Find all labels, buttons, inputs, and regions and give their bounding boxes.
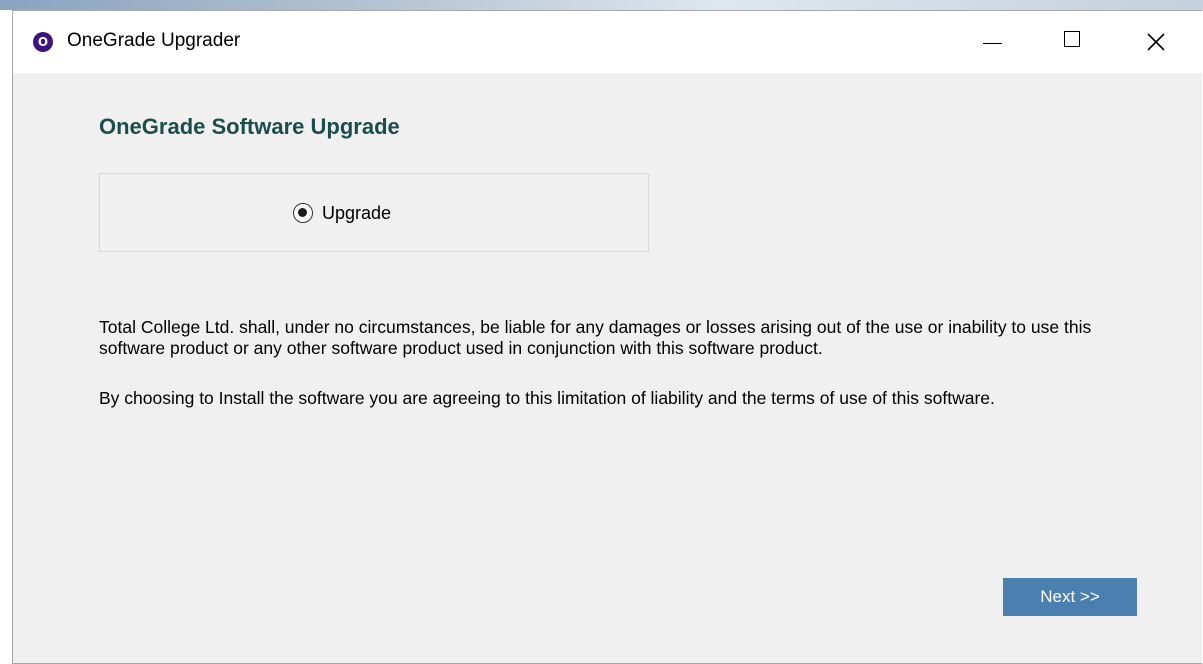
maximize-button[interactable]	[1042, 11, 1106, 73]
next-button[interactable]: Next >>	[1003, 578, 1137, 616]
close-icon	[1147, 33, 1165, 51]
minimize-icon	[983, 43, 1002, 44]
upgrade-radio-option[interactable]: Upgrade	[293, 201, 391, 225]
upgrade-radio-button[interactable]	[293, 203, 313, 223]
maximize-icon	[1064, 31, 1080, 47]
title-bar[interactable]: O OneGrade Upgrader	[13, 11, 1202, 73]
upgrader-window: O OneGrade Upgrader OneGrade Software Up…	[12, 10, 1202, 664]
page-heading: OneGrade Software Upgrade	[99, 114, 400, 139]
window-title: OneGrade Upgrader	[67, 30, 241, 51]
radio-selected-dot	[298, 208, 307, 217]
close-button[interactable]	[1124, 11, 1188, 73]
option-group: Upgrade	[99, 173, 649, 252]
liability-disclaimer: Total College Ltd. shall, under no circu…	[99, 317, 1092, 358]
desktop-background	[0, 0, 1203, 10]
agreement-notice: By choosing to Install the software you …	[99, 388, 995, 408]
upgrade-radio-label[interactable]: Upgrade	[322, 203, 391, 224]
onegrade-app-icon: O	[33, 32, 53, 52]
minimize-button[interactable]	[961, 11, 1025, 73]
